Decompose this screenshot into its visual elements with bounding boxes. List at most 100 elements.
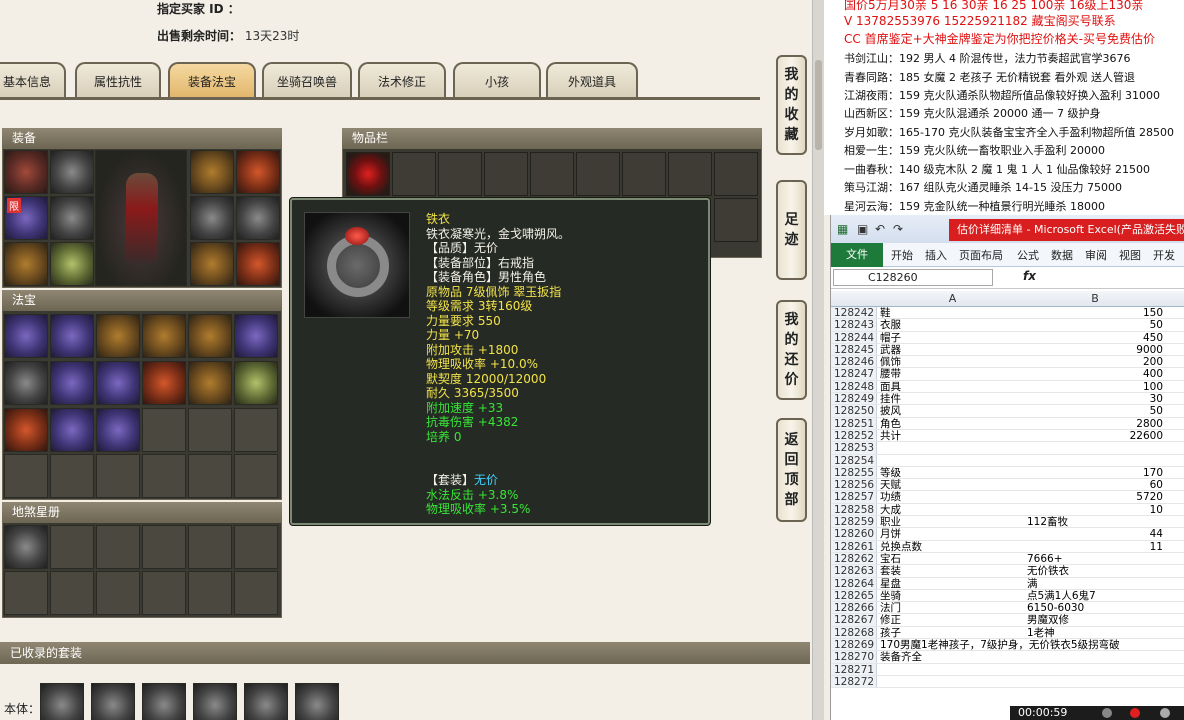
fabao-slot[interactable] [142,361,186,405]
cell-b[interactable]: 2800 [1027,418,1163,430]
cell-a[interactable]: 170男魔1老神孩子，7级护身，无价铁衣5级拐弯破 [880,639,1120,651]
row-number[interactable]: 128269 [831,639,877,651]
cell-b[interactable]: 1老神 [1027,627,1163,639]
row-number[interactable]: 128264 [831,577,877,590]
soul-slot[interactable] [4,525,48,569]
table-row[interactable]: 128256 天赋 60 [831,479,1184,492]
table-row[interactable]: 128259 职业 112畜牧 [831,516,1184,529]
tab-basic-info[interactable]: 基本信息 [0,62,66,98]
ribbon-tab-layout[interactable]: 页面布局 [959,247,1003,263]
cell-a[interactable]: 装备齐全 [880,651,1025,663]
cell-a[interactable]: 挂件 [880,393,1025,405]
table-row[interactable]: 128246 佩饰 200 [831,356,1184,369]
fabao-slot[interactable] [4,361,48,405]
row-number[interactable]: 128246 [831,356,877,368]
column-b-header[interactable]: B [1027,292,1163,305]
table-row[interactable]: 128244 帽子 450 [831,331,1184,344]
row-number[interactable]: 128248 [831,380,877,393]
ribbon-tab-data[interactable]: 数据 [1051,247,1073,263]
equip-slot-right-ring[interactable] [236,196,280,240]
set-icon[interactable] [295,683,339,720]
tab-mounts-pets[interactable]: 坐骑召唤兽 [262,62,352,98]
my-bargain-button[interactable]: 我的还价 [776,300,807,400]
equip-slot-armor[interactable] [4,150,48,194]
bag-slot-empty[interactable] [714,152,758,196]
cell-a[interactable]: 兑换点数 [880,541,1025,553]
equip-slot-weapon[interactable]: 限 [4,196,48,240]
row-number[interactable]: 128265 [831,589,877,602]
ribbon-tab-file[interactable]: 文件 [831,243,883,267]
row-number[interactable]: 128251 [831,417,877,430]
ribbon-tab-home[interactable]: 开始 [891,247,913,263]
table-row[interactable]: 128248 面具 100 [831,380,1184,394]
fabao-slot[interactable] [142,314,186,358]
row-number[interactable]: 128259 [831,516,877,528]
cell-a[interactable]: 孩子 [880,627,1025,639]
set-icon[interactable] [40,683,84,720]
row-number[interactable]: 128253 [831,442,877,454]
equip-slot-belt[interactable] [190,150,234,194]
bag-slot-empty[interactable] [392,152,436,196]
table-row[interactable]: 128242 鞋 150 [831,307,1184,320]
cell-a[interactable]: 武器 [880,344,1025,356]
row-number[interactable]: 128243 [831,319,877,331]
scroll-thumb[interactable] [815,60,822,150]
cell-b[interactable]: 6150-6030 [1027,602,1163,614]
table-row[interactable]: 128250 披风 50 [831,405,1184,418]
row-number[interactable]: 128260 [831,528,877,540]
back-to-top-button[interactable]: 返回顶部 [776,418,807,522]
row-number[interactable]: 128262 [831,552,877,565]
row-number[interactable]: 128252 [831,429,877,442]
bag-slot-empty[interactable] [438,152,482,196]
fabao-slot[interactable] [50,408,94,452]
name-box[interactable]: C128260 [833,269,993,286]
row-number[interactable]: 128250 [831,405,877,417]
equip-slot-left-ring[interactable] [190,196,234,240]
row-number[interactable]: 128267 [831,614,877,626]
fabao-slot[interactable] [96,408,140,452]
fabao-slot[interactable] [50,361,94,405]
row-number[interactable]: 128257 [831,491,877,503]
cell-a[interactable]: 宝石 [880,553,1025,565]
table-row[interactable]: 128261 兑换点数 11 [831,540,1184,553]
cell-a[interactable]: 披风 [880,405,1025,417]
history-button[interactable]: 足迹 [776,180,807,280]
cell-a[interactable]: 星盘 [880,578,1025,590]
table-row[interactable]: 128268 孩子 1老神 [831,626,1184,640]
cell-a[interactable]: 腰带 [880,368,1025,380]
cell-a[interactable]: 鞋 [880,307,1025,319]
row-number[interactable]: 128268 [831,626,877,639]
cell-b[interactable]: 112畜牧 [1027,516,1163,528]
cell-b[interactable]: 50 [1027,405,1163,417]
fabao-slot[interactable] [96,361,140,405]
set-icon[interactable] [244,683,288,720]
bag-slot-ring[interactable] [346,152,390,196]
table-row[interactable]: 128251 角色 2800 [831,417,1184,430]
cell-b[interactable]: 30 [1027,393,1163,405]
table-row[interactable]: 128265 坐骑 点5满1人6鬼7 [831,589,1184,603]
cell-b[interactable]: 11 [1027,541,1163,553]
cell-b[interactable]: 9000 [1027,344,1163,356]
excel-icon[interactable]: ▦ [837,222,851,236]
cell-a[interactable]: 等级 [880,467,1025,479]
cell-a[interactable]: 月饼 [880,528,1025,540]
tab-equipment[interactable]: 装备法宝 [168,62,256,98]
table-row[interactable]: 128266 法门 6150-6030 [831,602,1184,615]
cell-a[interactable]: 面具 [880,381,1025,393]
fabao-slot[interactable] [188,361,232,405]
cell-a[interactable]: 天赋 [880,479,1025,491]
stop-record-icon[interactable] [1130,708,1140,718]
set-icon[interactable] [91,683,135,720]
tab-spells[interactable]: 法术修正 [358,62,446,98]
cell-a[interactable]: 衣服 [880,319,1025,331]
ribbon-tab-insert[interactable]: 插入 [925,247,947,263]
bag-slot-empty[interactable] [622,152,666,196]
ribbon-tab-formulas[interactable]: 公式 [1017,247,1039,263]
cell-b[interactable]: 男魔双修 [1027,614,1163,626]
ribbon-tab-review[interactable]: 审阅 [1085,247,1107,263]
ribbon-tab-view[interactable]: 视图 [1119,247,1141,263]
cell-a[interactable]: 佩饰 [880,356,1025,368]
fabao-slot[interactable] [234,361,278,405]
table-row[interactable]: 128271 [831,663,1184,676]
cell-b[interactable]: 100 [1027,381,1163,393]
